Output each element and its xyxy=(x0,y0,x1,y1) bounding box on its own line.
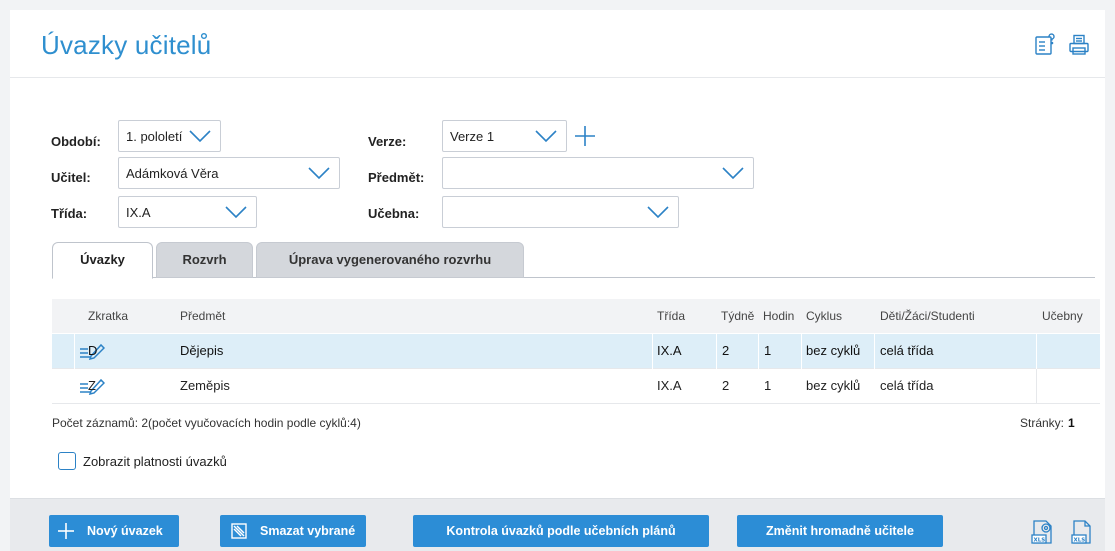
svg-text:XLS: XLS xyxy=(1074,538,1086,544)
cell-cyklus: bez cyklů xyxy=(806,343,861,358)
room-label: Učebna: xyxy=(368,206,420,221)
class-label: Třída: xyxy=(51,206,88,221)
table-row[interactable]: D Dějepis IX.A 2 1 bez cyklů celá třída xyxy=(52,334,1100,369)
printer-icon[interactable] xyxy=(1067,33,1091,57)
xls-file-icon[interactable]: XLS xyxy=(1068,518,1096,546)
teacher-value: Adámková Věra xyxy=(126,166,219,181)
record-count: Počet záznamů: 2(počet vyučovacích hodin… xyxy=(52,416,361,430)
page-number[interactable]: 1 xyxy=(1068,416,1075,430)
add-version-icon[interactable] xyxy=(574,125,596,147)
col-header-tydne[interactable]: Týdně xyxy=(721,299,754,333)
col-header-predmet[interactable]: Předmět xyxy=(180,299,225,333)
pages-label: Stránky: xyxy=(1020,416,1065,430)
delete-icon xyxy=(231,523,247,539)
teacher-select[interactable]: Adámková Věra xyxy=(118,157,340,189)
page: Úvazky učitelů Období: 1. pololetí Verze… xyxy=(10,10,1105,551)
chevron-down-icon xyxy=(647,206,669,219)
tab-bar: Úvazky Rozvrh Úprava vygenerovaného rozv… xyxy=(52,242,1095,279)
period-label: Období: xyxy=(51,134,101,149)
cell-trida: IX.A xyxy=(657,378,682,393)
subject-label: Předmět: xyxy=(368,170,425,185)
tab-uvazky[interactable]: Úvazky xyxy=(52,242,153,279)
pagination: Stránky: 1 xyxy=(1020,416,1075,430)
table-row[interactable]: Z Zeměpis IX.A 2 1 bez cyklů celá třída xyxy=(52,369,1100,404)
delete-selected-button[interactable]: Smazat vybrané xyxy=(220,515,366,547)
cell-predmet: Zeměpis xyxy=(180,378,230,393)
version-select[interactable]: Verze 1 xyxy=(442,120,567,152)
cell-hodin: 1 xyxy=(764,378,772,393)
cell-tydne: 2 xyxy=(722,343,730,358)
class-value: IX.A xyxy=(126,205,151,220)
col-header-trida[interactable]: Třída xyxy=(657,299,685,333)
column-divider xyxy=(1036,369,1037,404)
chevron-down-icon xyxy=(308,167,330,180)
check-assignments-button[interactable]: Kontrola úvazků podle učebních plánů xyxy=(413,515,709,547)
column-divider xyxy=(74,334,75,369)
version-value: Verze 1 xyxy=(450,129,495,144)
col-header-hodin[interactable]: Hodin xyxy=(763,299,794,333)
col-header-cyklus[interactable]: Cyklus xyxy=(806,299,842,333)
column-divider xyxy=(652,334,653,369)
class-select[interactable]: IX.A xyxy=(118,196,257,228)
column-divider xyxy=(716,334,717,369)
subject-select[interactable] xyxy=(442,157,754,189)
show-validity-label[interactable]: Zobrazit platnosti úvazků xyxy=(83,454,227,469)
cell-trida: IX.A xyxy=(657,343,682,358)
period-value: 1. pololetí xyxy=(126,129,183,144)
cell-cyklus: bez cyklů xyxy=(806,378,861,393)
cell-deti: celá třída xyxy=(880,343,934,358)
xls-settings-icon[interactable]: XLS xyxy=(1029,518,1057,546)
cell-deti: celá třída xyxy=(880,378,934,393)
period-select[interactable]: 1. pololetí xyxy=(118,120,221,152)
bulk-change-teacher-button[interactable]: Změnit hromadně učitele xyxy=(737,515,943,547)
chevron-down-icon xyxy=(535,130,557,143)
svg-text:XLS: XLS xyxy=(1034,538,1046,544)
cell-zkratka: D xyxy=(88,343,98,358)
col-header-ucebny[interactable]: Učebny xyxy=(1042,299,1083,333)
teacher-label: Učitel: xyxy=(51,170,91,185)
cell-zkratka: Z xyxy=(88,378,96,393)
column-divider xyxy=(874,334,875,369)
chevron-down-icon xyxy=(225,206,247,219)
chevron-down-icon xyxy=(722,167,744,180)
column-divider xyxy=(801,334,802,369)
version-label: Verze: xyxy=(368,134,407,149)
col-header-zkratka[interactable]: Zkratka xyxy=(88,299,128,333)
plus-icon xyxy=(58,523,74,539)
tab-uprava-rozvrhu[interactable]: Úprava vygenerovaného rozvrhu xyxy=(256,242,524,278)
delete-selected-label: Smazat vybrané xyxy=(260,524,356,538)
page-title: Úvazky učitelů xyxy=(41,30,212,60)
new-assignment-label: Nový úvazek xyxy=(87,524,163,538)
help-list-icon[interactable] xyxy=(1033,33,1057,57)
column-divider xyxy=(758,334,759,369)
col-header-deti[interactable]: Děti/Žáci/Studenti xyxy=(880,299,975,333)
column-divider xyxy=(1036,334,1037,369)
page-header: Úvazky učitelů xyxy=(10,10,1105,78)
table-header: Zkratka Předmět Třída Týdně Hodin Cyklus… xyxy=(52,299,1100,333)
cell-tydne: 2 xyxy=(722,378,730,393)
room-select[interactable] xyxy=(442,196,679,228)
chevron-down-icon xyxy=(189,130,211,143)
tab-rozvrh[interactable]: Rozvrh xyxy=(156,242,253,278)
new-assignment-button[interactable]: Nový úvazek xyxy=(49,515,179,547)
cell-predmet: Dějepis xyxy=(180,343,224,358)
cell-hodin: 1 xyxy=(764,343,772,358)
show-validity-checkbox[interactable] xyxy=(58,452,76,470)
